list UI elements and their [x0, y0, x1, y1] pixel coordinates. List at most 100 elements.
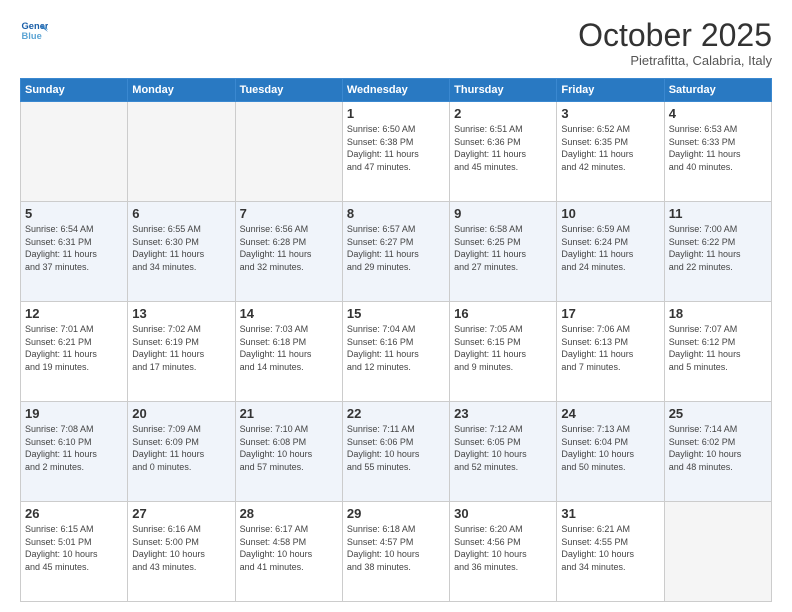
day-info: Sunrise: 7:07 AM Sunset: 6:12 PM Dayligh…: [669, 323, 767, 373]
table-row: [21, 102, 128, 202]
day-info: Sunrise: 7:08 AM Sunset: 6:10 PM Dayligh…: [25, 423, 123, 473]
day-info: Sunrise: 7:01 AM Sunset: 6:21 PM Dayligh…: [25, 323, 123, 373]
day-number: 29: [347, 506, 445, 521]
day-number: 1: [347, 106, 445, 121]
subtitle: Pietrafitta, Calabria, Italy: [578, 53, 772, 68]
day-info: Sunrise: 6:58 AM Sunset: 6:25 PM Dayligh…: [454, 223, 552, 273]
day-number: 6: [132, 206, 230, 221]
table-row: 22 Sunrise: 7:11 AM Sunset: 6:06 PM Dayli…: [342, 402, 449, 502]
day-info: Sunrise: 7:06 AM Sunset: 6:13 PM Dayligh…: [561, 323, 659, 373]
table-row: 15Sunrise: 7:04 AM Sunset: 6:16 PM Dayli…: [342, 302, 449, 402]
day-number: 9: [454, 206, 552, 221]
day-info: Sunrise: 7:11 AM Sunset: 6:06 PM Dayligh…: [347, 423, 445, 473]
header: General Blue October 2025 Pietrafitta, C…: [20, 18, 772, 68]
day-info: Sunrise: 6:16 AM Sunset: 5:00 PM Dayligh…: [132, 523, 230, 573]
calendar-week-row: 5 Sunrise: 6:54 AM Sunset: 6:31 PM Daylig…: [21, 202, 772, 302]
day-number: 3: [561, 106, 659, 121]
col-tuesday: Tuesday: [235, 79, 342, 102]
table-row: 16Sunrise: 7:05 AM Sunset: 6:15 PM Dayli…: [450, 302, 557, 402]
day-number: 10: [561, 206, 659, 221]
day-info: Sunrise: 7:04 AM Sunset: 6:16 PM Dayligh…: [347, 323, 445, 373]
col-saturday: Saturday: [664, 79, 771, 102]
table-row: 19 Sunrise: 7:08 AM Sunset: 6:10 PM Dayli…: [21, 402, 128, 502]
day-number: 2: [454, 106, 552, 121]
svg-text:General: General: [22, 21, 48, 31]
logo-icon: General Blue: [20, 18, 48, 46]
col-thursday: Thursday: [450, 79, 557, 102]
day-info: Sunrise: 7:13 AM Sunset: 6:04 PM Dayligh…: [561, 423, 659, 473]
table-row: 30 Sunrise: 6:20 AM Sunset: 4:56 PM Dayli…: [450, 502, 557, 602]
header-row: Sunday Monday Tuesday Wednesday Thursday…: [21, 79, 772, 102]
day-info: Sunrise: 6:51 AM Sunset: 6:36 PM Dayligh…: [454, 123, 552, 173]
day-number: 30: [454, 506, 552, 521]
day-number: 28: [240, 506, 338, 521]
col-sunday: Sunday: [21, 79, 128, 102]
day-info: Sunrise: 6:59 AM Sunset: 6:24 PM Dayligh…: [561, 223, 659, 273]
table-row: 28 Sunrise: 6:17 AM Sunset: 4:58 PM Dayli…: [235, 502, 342, 602]
day-number: 16: [454, 306, 552, 321]
table-row: 13 Sunrise: 7:02 AM Sunset: 6:19 PM Dayli…: [128, 302, 235, 402]
calendar-week-row: 26Sunrise: 6:15 AM Sunset: 5:01 PM Dayli…: [21, 502, 772, 602]
table-row: 20Sunrise: 7:09 AM Sunset: 6:09 PM Dayli…: [128, 402, 235, 502]
day-info: Sunrise: 7:12 AM Sunset: 6:05 PM Dayligh…: [454, 423, 552, 473]
day-number: 12: [25, 306, 123, 321]
day-number: 13: [132, 306, 230, 321]
day-number: 19: [25, 406, 123, 421]
table-row: 23Sunrise: 7:12 AM Sunset: 6:05 PM Dayli…: [450, 402, 557, 502]
day-number: 4: [669, 106, 767, 121]
calendar-week-row: 19 Sunrise: 7:08 AM Sunset: 6:10 PM Dayli…: [21, 402, 772, 502]
day-number: 5: [25, 206, 123, 221]
day-number: 31: [561, 506, 659, 521]
day-number: 22: [347, 406, 445, 421]
day-info: Sunrise: 6:55 AM Sunset: 6:30 PM Dayligh…: [132, 223, 230, 273]
day-number: 18: [669, 306, 767, 321]
title-block: October 2025 Pietrafitta, Calabria, Ital…: [578, 18, 772, 68]
table-row: 21 Sunrise: 7:10 AM Sunset: 6:08 PM Dayli…: [235, 402, 342, 502]
table-row: 11 Sunrise: 7:00 AM Sunset: 6:22 PM Dayli…: [664, 202, 771, 302]
day-info: Sunrise: 7:09 AM Sunset: 6:09 PM Dayligh…: [132, 423, 230, 473]
table-row: 25 Sunrise: 7:14 AM Sunset: 6:02 PM Dayli…: [664, 402, 771, 502]
day-info: Sunrise: 6:52 AM Sunset: 6:35 PM Dayligh…: [561, 123, 659, 173]
table-row: 5 Sunrise: 6:54 AM Sunset: 6:31 PM Daylig…: [21, 202, 128, 302]
table-row: 2 Sunrise: 6:51 AM Sunset: 6:36 PM Daylig…: [450, 102, 557, 202]
day-info: Sunrise: 6:17 AM Sunset: 4:58 PM Dayligh…: [240, 523, 338, 573]
day-number: 21: [240, 406, 338, 421]
day-number: 14: [240, 306, 338, 321]
table-row: 26Sunrise: 6:15 AM Sunset: 5:01 PM Dayli…: [21, 502, 128, 602]
day-number: 27: [132, 506, 230, 521]
calendar-table: Sunday Monday Tuesday Wednesday Thursday…: [20, 78, 772, 602]
col-friday: Friday: [557, 79, 664, 102]
day-info: Sunrise: 6:15 AM Sunset: 5:01 PM Dayligh…: [25, 523, 123, 573]
day-info: Sunrise: 6:18 AM Sunset: 4:57 PM Dayligh…: [347, 523, 445, 573]
day-number: 17: [561, 306, 659, 321]
col-monday: Monday: [128, 79, 235, 102]
table-row: 8Sunrise: 6:57 AM Sunset: 6:27 PM Daylig…: [342, 202, 449, 302]
table-row: 9 Sunrise: 6:58 AM Sunset: 6:25 PM Daylig…: [450, 202, 557, 302]
calendar-week-row: 12 Sunrise: 7:01 AM Sunset: 6:21 PM Dayli…: [21, 302, 772, 402]
table-row: [128, 102, 235, 202]
page: General Blue October 2025 Pietrafitta, C…: [0, 0, 792, 612]
day-number: 8: [347, 206, 445, 221]
table-row: 14 Sunrise: 7:03 AM Sunset: 6:18 PM Dayli…: [235, 302, 342, 402]
day-info: Sunrise: 6:20 AM Sunset: 4:56 PM Dayligh…: [454, 523, 552, 573]
day-number: 24: [561, 406, 659, 421]
calendar-week-row: 1 Sunrise: 6:50 AM Sunset: 6:38 PM Daylig…: [21, 102, 772, 202]
day-number: 25: [669, 406, 767, 421]
day-info: Sunrise: 6:50 AM Sunset: 6:38 PM Dayligh…: [347, 123, 445, 173]
day-info: Sunrise: 7:02 AM Sunset: 6:19 PM Dayligh…: [132, 323, 230, 373]
table-row: [235, 102, 342, 202]
table-row: 18 Sunrise: 7:07 AM Sunset: 6:12 PM Dayli…: [664, 302, 771, 402]
day-number: 11: [669, 206, 767, 221]
table-row: 17 Sunrise: 7:06 AM Sunset: 6:13 PM Dayli…: [557, 302, 664, 402]
day-info: Sunrise: 7:14 AM Sunset: 6:02 PM Dayligh…: [669, 423, 767, 473]
table-row: 24 Sunrise: 7:13 AM Sunset: 6:04 PM Dayli…: [557, 402, 664, 502]
day-info: Sunrise: 6:54 AM Sunset: 6:31 PM Dayligh…: [25, 223, 123, 273]
day-info: Sunrise: 7:10 AM Sunset: 6:08 PM Dayligh…: [240, 423, 338, 473]
table-row: 31 Sunrise: 6:21 AM Sunset: 4:55 PM Dayli…: [557, 502, 664, 602]
day-number: 7: [240, 206, 338, 221]
day-info: Sunrise: 7:00 AM Sunset: 6:22 PM Dayligh…: [669, 223, 767, 273]
day-info: Sunrise: 7:03 AM Sunset: 6:18 PM Dayligh…: [240, 323, 338, 373]
col-wednesday: Wednesday: [342, 79, 449, 102]
day-info: Sunrise: 6:21 AM Sunset: 4:55 PM Dayligh…: [561, 523, 659, 573]
logo: General Blue: [20, 18, 48, 46]
